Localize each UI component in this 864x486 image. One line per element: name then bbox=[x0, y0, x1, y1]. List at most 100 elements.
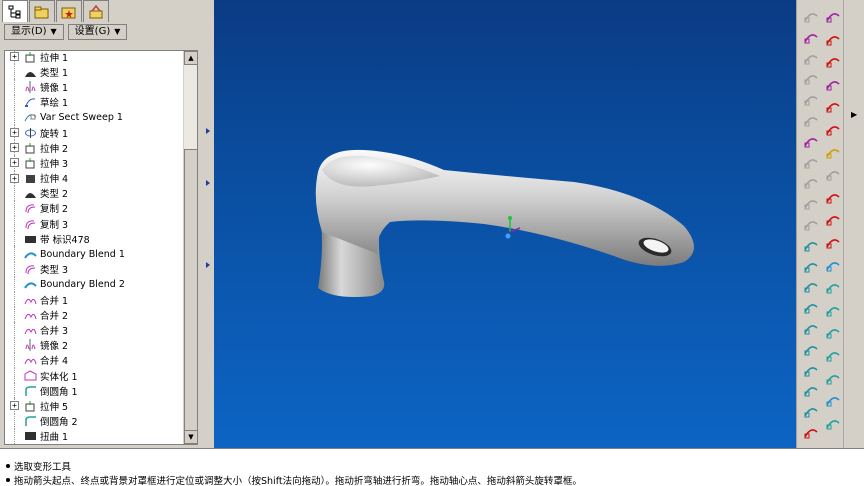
mirror-icon bbox=[24, 80, 37, 93]
tree-item[interactable]: + 拉伸 2 bbox=[5, 140, 183, 156]
tree-item[interactable]: Boundary Blend 1 bbox=[5, 246, 183, 262]
model-tree: + 拉伸 1 类型 1 镜像 1 草绘 1 Var Sect Sweep 1 + 旋转 1 + 拉… bbox=[4, 50, 198, 445]
tree-item[interactable]: 类型 1 bbox=[5, 64, 183, 80]
splitter-arrow-icon bbox=[206, 128, 210, 134]
draft-icon[interactable] bbox=[801, 193, 821, 213]
navigator-tabs bbox=[2, 0, 110, 22]
folder-browser-tab[interactable] bbox=[29, 0, 55, 22]
tree-item[interactable]: 倒圆角 1 bbox=[5, 383, 183, 399]
tree-item[interactable]: + 旋转 1 bbox=[5, 124, 183, 141]
hole-icon[interactable] bbox=[801, 152, 821, 172]
round-tool-icon[interactable] bbox=[801, 235, 821, 255]
bullet-icon bbox=[6, 464, 10, 468]
patch-icon[interactable] bbox=[823, 277, 843, 297]
expand-toggle[interactable]: + bbox=[10, 158, 19, 168]
tree-item-label: 复制 3 bbox=[40, 219, 69, 231]
wave-icon[interactable] bbox=[823, 187, 843, 207]
surface-icon[interactable] bbox=[801, 339, 821, 359]
extend-icon[interactable] bbox=[801, 422, 821, 442]
datum-plane-icon[interactable] bbox=[801, 6, 821, 26]
expand-toggle[interactable]: + bbox=[10, 128, 19, 138]
tree-item[interactable]: 带 标识478 bbox=[5, 231, 183, 247]
tree-item[interactable]: 合并 3 bbox=[5, 322, 183, 338]
grid-icon[interactable] bbox=[801, 110, 821, 130]
merge-icon bbox=[24, 309, 37, 321]
round-icon bbox=[24, 415, 37, 427]
style-icon bbox=[24, 66, 37, 78]
expand-toggle[interactable]: + bbox=[10, 401, 19, 411]
tree-item[interactable]: 合并 2 bbox=[5, 307, 183, 323]
toolbar-expand-arrow-icon[interactable]: ▶ bbox=[851, 110, 857, 119]
tree-item[interactable]: Var Sect Sweep 1 bbox=[5, 109, 183, 125]
tree-item[interactable]: 扭曲 1 bbox=[5, 428, 183, 444]
tree-item[interactable]: 类型 3 bbox=[5, 261, 183, 277]
tree-item[interactable]: 草绘 1 bbox=[5, 94, 183, 110]
tree-item[interactable]: 实体化 1 bbox=[5, 367, 183, 384]
scroll-up-button[interactable]: ▲ bbox=[184, 51, 197, 65]
expand-toggle[interactable]: + bbox=[10, 143, 19, 153]
shell-icon[interactable] bbox=[801, 214, 821, 234]
datum-curve-icon[interactable] bbox=[823, 6, 843, 26]
offset-icon[interactable] bbox=[801, 401, 821, 421]
sketch-plane-icon[interactable] bbox=[801, 27, 821, 47]
tree-item[interactable]: 复制 3 bbox=[5, 216, 183, 232]
square-icon[interactable] bbox=[801, 131, 821, 151]
analysis-icon[interactable] bbox=[823, 164, 843, 184]
merge-tool-icon[interactable] bbox=[801, 360, 821, 380]
connections-tab[interactable] bbox=[83, 0, 109, 22]
tree-connector-line bbox=[14, 231, 15, 247]
thicken-icon[interactable] bbox=[823, 345, 843, 365]
cross-icon[interactable] bbox=[823, 96, 843, 116]
model-tree-tab[interactable] bbox=[2, 0, 28, 22]
tree-scrollbar[interactable]: ▲ ▼ bbox=[183, 51, 197, 444]
tree-item[interactable]: + 拉伸 5 bbox=[5, 398, 183, 414]
wrap-icon[interactable] bbox=[823, 322, 843, 342]
door-handle-model bbox=[315, 149, 694, 297]
datum-csys-icon[interactable] bbox=[801, 89, 821, 109]
offset-surface-icon[interactable] bbox=[823, 413, 843, 433]
solidify-tool-icon[interactable] bbox=[823, 368, 843, 388]
show-menu-button[interactable]: 显示(D) ▼ bbox=[4, 24, 64, 40]
scroll-down-button[interactable]: ▼ bbox=[184, 430, 197, 444]
panel-splitter[interactable] bbox=[203, 0, 214, 448]
tree-item[interactable]: 合并 1 bbox=[5, 292, 183, 308]
trim-icon[interactable] bbox=[801, 380, 821, 400]
fill-icon[interactable] bbox=[823, 255, 843, 275]
tree-item[interactable]: Boundary Blend 2 bbox=[5, 276, 183, 292]
tree-item[interactable]: 倒圆角 2 bbox=[5, 413, 183, 429]
favorites-tab[interactable] bbox=[56, 0, 82, 22]
rib-icon[interactable] bbox=[801, 172, 821, 192]
datum-axis-icon[interactable] bbox=[801, 48, 821, 68]
line-icon[interactable] bbox=[823, 51, 843, 71]
tree-item[interactable]: + 拉伸 1 bbox=[5, 51, 183, 65]
datum-point-icon[interactable] bbox=[801, 68, 821, 88]
cross-point-icon[interactable] bbox=[823, 119, 843, 139]
settings-menu-button[interactable]: 设置(G) ▼ bbox=[67, 24, 128, 40]
chamfer-icon[interactable] bbox=[801, 256, 821, 276]
tree-item[interactable]: + 拉伸 3 bbox=[5, 155, 183, 171]
bridge-icon[interactable] bbox=[823, 209, 843, 229]
tree-item[interactable]: 合并 4 bbox=[5, 352, 183, 368]
blend-icon[interactable] bbox=[801, 297, 821, 317]
mirror-tool-icon[interactable] bbox=[823, 232, 843, 252]
csys-tool-icon[interactable] bbox=[823, 142, 843, 162]
extrude-solid-icon bbox=[24, 172, 37, 184]
tree-item[interactable]: + 拉伸 4 bbox=[5, 170, 183, 186]
tree-item-label: 复制 2 bbox=[40, 204, 69, 216]
scroll-thumb[interactable] bbox=[184, 149, 197, 432]
band-icon bbox=[24, 233, 37, 245]
expand-toggle[interactable]: + bbox=[10, 173, 19, 183]
tree-item[interactable]: 复制 2 bbox=[5, 200, 183, 217]
boundary-icon[interactable] bbox=[801, 318, 821, 338]
spline-icon[interactable] bbox=[823, 74, 843, 94]
tree-item[interactable]: 镜像 1 bbox=[5, 79, 183, 95]
tree-connector-line bbox=[14, 352, 15, 368]
warp-tool-icon[interactable] bbox=[823, 390, 843, 410]
tree-item[interactable]: 镜像 2 bbox=[5, 337, 183, 353]
sweep-tool-icon[interactable] bbox=[801, 276, 821, 296]
expand-toggle[interactable]: + bbox=[10, 52, 19, 62]
tree-item[interactable]: 类型 2 bbox=[5, 185, 183, 201]
3d-viewport[interactable] bbox=[214, 0, 796, 448]
project-icon[interactable] bbox=[823, 300, 843, 320]
parallelogram-icon[interactable] bbox=[823, 29, 843, 49]
